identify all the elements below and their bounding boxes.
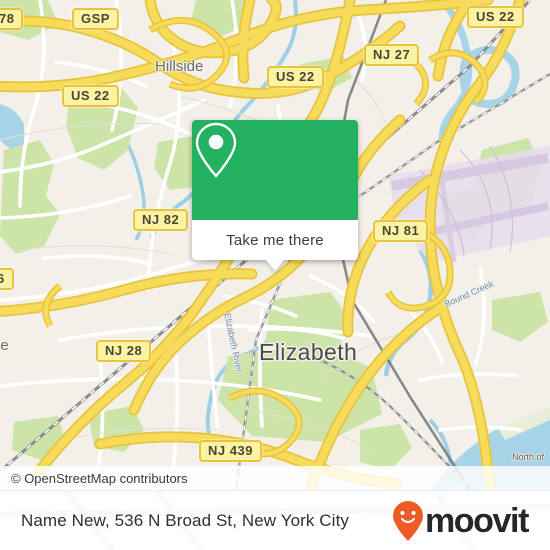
shield-nj82[interactable]: NJ 82: [133, 209, 189, 231]
shield-us22-top[interactable]: US 22: [267, 66, 324, 88]
shield-edge-left[interactable]: 6: [0, 268, 14, 290]
place-popup-card[interactable]: Take me there: [192, 120, 358, 271]
popup-pointer-tail: [266, 260, 284, 271]
shield-us22-right[interactable]: US 22: [467, 6, 524, 28]
map-screenshot: Elizabeth Hillside le Elizabeth River Bo…: [0, 0, 550, 550]
footer-bar: Name New, 536 N Broad St, New York City …: [0, 490, 550, 550]
shield-nj439[interactable]: NJ 439: [199, 440, 262, 462]
popup-action-area[interactable]: Take me there: [192, 220, 358, 260]
shield-gsp[interactable]: GSP: [72, 8, 119, 30]
attribution-bar: © OpenStreetMap contributors: [0, 466, 550, 490]
shield-nj81[interactable]: NJ 81: [373, 220, 429, 242]
moovit-wordmark: moovit: [424, 502, 529, 540]
shield-us22-left[interactable]: US 22: [62, 85, 119, 107]
shield-nj28[interactable]: NJ 28: [96, 340, 152, 362]
shield-i78[interactable]: 78: [0, 8, 24, 30]
place-title: Name New, 536 N Broad St, New York City: [21, 511, 349, 530]
take-me-there-label: Take me there: [226, 231, 324, 249]
attribution-text[interactable]: © OpenStreetMap contributors: [0, 471, 188, 486]
moovit-brand[interactable]: moovit: [392, 500, 550, 542]
popup-header: [192, 120, 358, 220]
map-pin-icon: [195, 122, 237, 178]
shield-nj27[interactable]: NJ 27: [364, 44, 420, 66]
map-canvas[interactable]: Elizabeth Hillside le Elizabeth River Bo…: [0, 0, 550, 490]
moovit-pin-smile-icon: [392, 501, 423, 541]
